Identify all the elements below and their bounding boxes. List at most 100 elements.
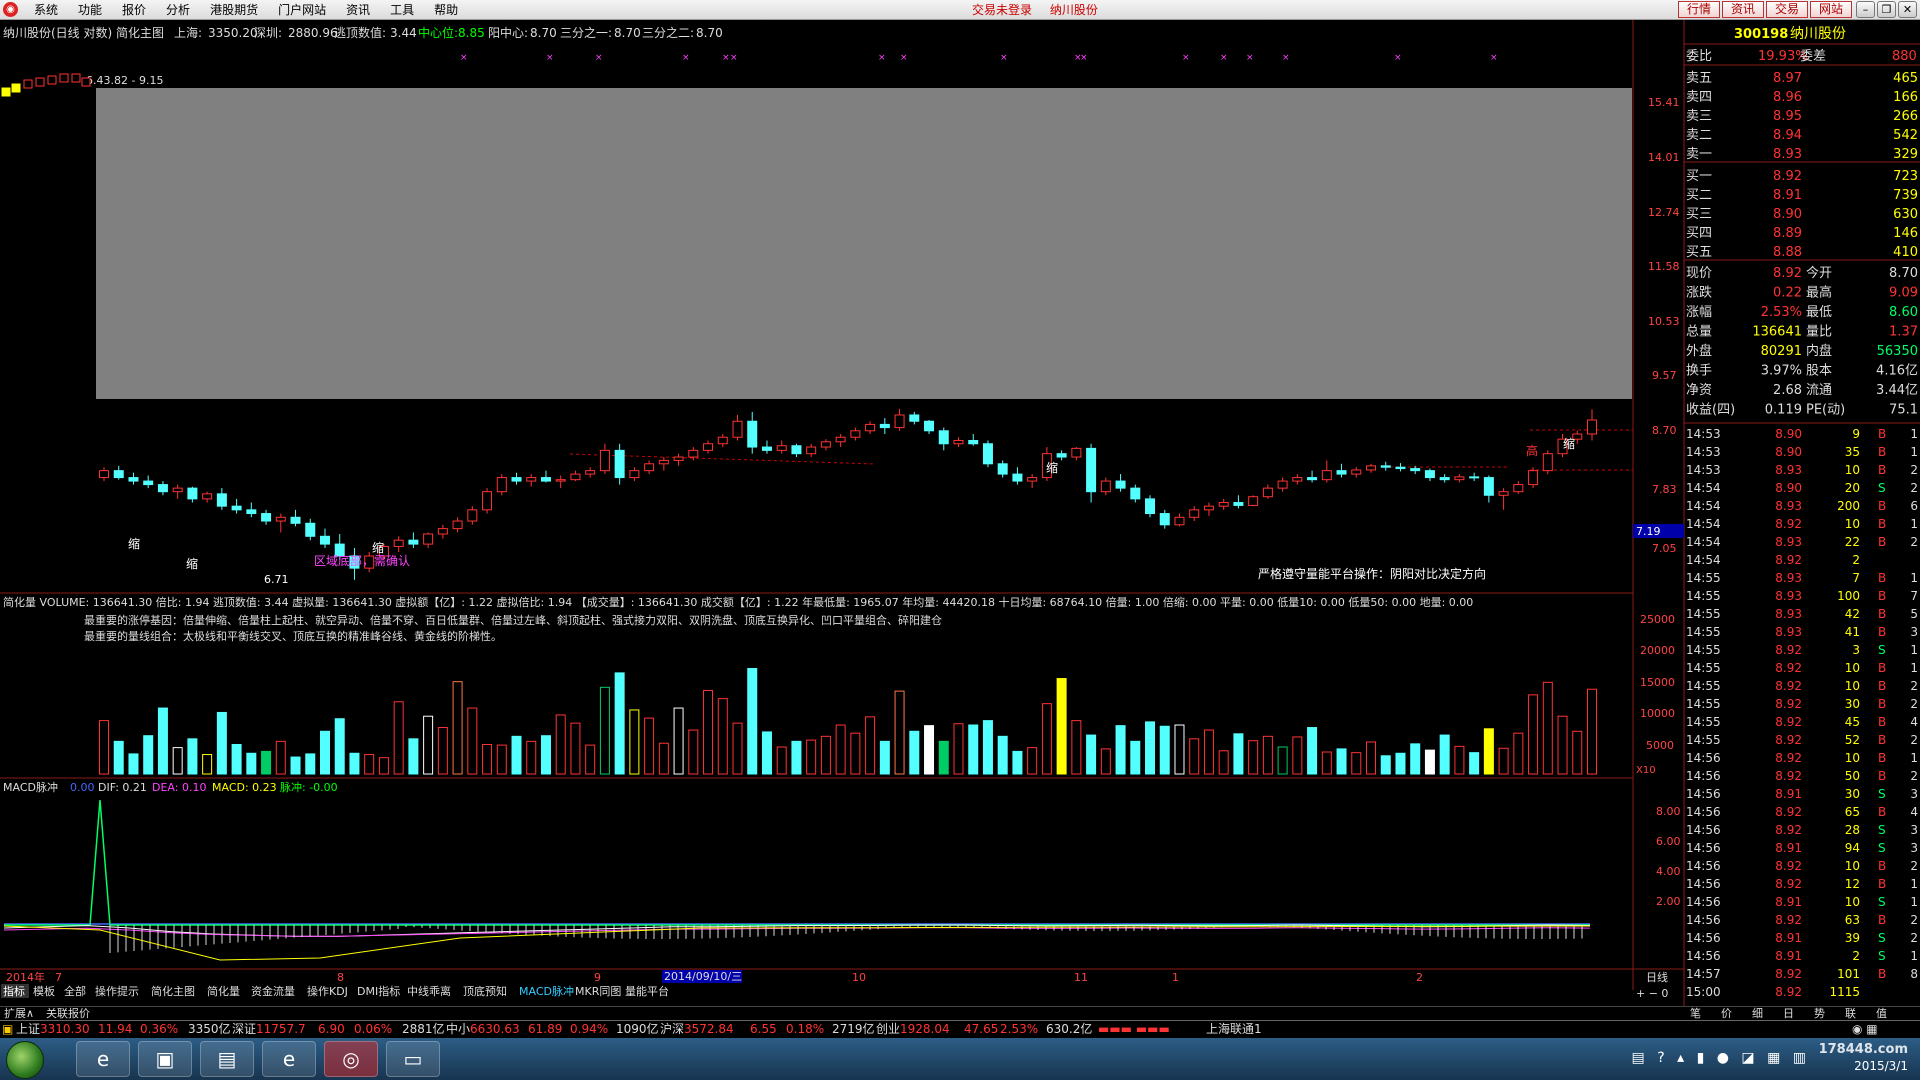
menu-item[interactable]: 功能 bbox=[68, 2, 112, 18]
tick-side: B bbox=[1878, 751, 1886, 765]
quotes-button[interactable]: 行情 bbox=[1677, 1, 1720, 18]
tick-count: 2 bbox=[1910, 679, 1918, 693]
tab-simple-volume[interactable]: 简化量 bbox=[207, 984, 240, 998]
volume-bar bbox=[1439, 734, 1450, 775]
tick-volume: 42 bbox=[1845, 607, 1860, 621]
tick-price: 8.91 bbox=[1775, 841, 1802, 855]
ie-icon[interactable]: e bbox=[262, 1041, 316, 1077]
candle-body bbox=[1380, 465, 1391, 468]
index-item[interactable]: 中小6630.63 bbox=[446, 1021, 520, 1038]
main-menu: 系统 功能 报价 分析 港股期货 门户网站 资讯 工具 帮助 bbox=[24, 2, 468, 18]
tab-indicator[interactable]: 指标 bbox=[3, 984, 25, 998]
volume-stats-line: 简化量 VOLUME: 136641.30 倍比: 1.94 逃顶数值: 3.4… bbox=[3, 595, 1473, 609]
tick-count: 3 bbox=[1910, 787, 1918, 801]
tab-operation-hint[interactable]: 操作提示 bbox=[95, 984, 139, 998]
trade-button[interactable]: 交易 bbox=[1765, 1, 1808, 18]
folder-icon[interactable]: ▤ bbox=[200, 1041, 254, 1077]
wc-label: 委差 bbox=[1800, 49, 1826, 64]
tick-count: 1 bbox=[1910, 445, 1918, 459]
tab-volume-platform[interactable]: 量能平台 bbox=[625, 984, 669, 998]
volume-bar bbox=[1233, 733, 1244, 775]
zoom-controls[interactable]: + − 0 bbox=[1636, 987, 1668, 1000]
tab-price[interactable]: 价 bbox=[1721, 1007, 1752, 1020]
tab-simple-main[interactable]: 简化主图 bbox=[151, 984, 195, 998]
tab-fund-flow[interactable]: 资金流量 bbox=[251, 984, 295, 998]
tab-template[interactable]: 模板 bbox=[33, 984, 55, 998]
tab-macd-pulse[interactable]: MACD脉冲 bbox=[519, 984, 574, 998]
volume-bar bbox=[216, 711, 227, 775]
restore-icon[interactable]: ❐ bbox=[1877, 1, 1896, 18]
related-quotes-tab[interactable]: 关联报价 bbox=[46, 1007, 90, 1020]
chart-title: 纳川股份(日线 对数) 简化主图 bbox=[3, 25, 164, 40]
system-tray-icons[interactable]: ▤ ? ▴ ▮ ● ◪ ▦ ▥ bbox=[1632, 1050, 1810, 1066]
menu-item[interactable]: 帮助 bbox=[424, 2, 468, 18]
tick-time: 14:54 bbox=[1686, 517, 1721, 531]
tab-ticks[interactable]: 笔 bbox=[1690, 1007, 1721, 1020]
tab-value[interactable]: 值 bbox=[1876, 1007, 1907, 1020]
tick-count: 2 bbox=[1910, 463, 1918, 477]
ie-icon[interactable]: e bbox=[76, 1041, 130, 1077]
taskbar-clock[interactable]: 178448.com 2015/3/1 bbox=[1819, 1042, 1908, 1074]
menu-item[interactable]: 门户网站 bbox=[268, 2, 336, 18]
tick-price: 8.92 bbox=[1775, 715, 1802, 729]
tick-volume: 39 bbox=[1845, 931, 1860, 945]
tab-day[interactable]: 日 bbox=[1783, 1007, 1814, 1020]
macd-dif: DIF: 0.21 bbox=[98, 781, 147, 794]
menu-item[interactable]: 系统 bbox=[24, 2, 68, 18]
index-price: 3310.30 bbox=[40, 1022, 90, 1036]
tab-link[interactable]: 联 bbox=[1845, 1007, 1876, 1020]
app-logo-icon[interactable]: ◉ bbox=[3, 2, 18, 17]
escape-value: 3.44 bbox=[390, 26, 417, 40]
camera-app-icon[interactable]: ▣ bbox=[138, 1041, 192, 1077]
start-button[interactable] bbox=[6, 1041, 44, 1079]
menu-item[interactable]: 报价 bbox=[112, 2, 156, 18]
candle-body bbox=[703, 443, 714, 451]
tick-count: 2 bbox=[1910, 535, 1918, 549]
tab-dmi[interactable]: DMI指标 bbox=[357, 984, 400, 998]
news-button[interactable]: 资讯 bbox=[1721, 1, 1764, 18]
marker-x: × bbox=[1182, 53, 1190, 63]
stat-label: 总量 bbox=[1686, 325, 1712, 340]
menu-item[interactable]: 工具 bbox=[380, 2, 424, 18]
macd-tick: 6.00 bbox=[1656, 835, 1681, 848]
sz-value: 2880.96 bbox=[288, 26, 338, 40]
trade-login-status[interactable]: 交易未登录 bbox=[972, 3, 1032, 17]
tick-side: S bbox=[1878, 643, 1886, 657]
website-button[interactable]: 网站 bbox=[1809, 1, 1852, 18]
stat-label: 最高 bbox=[1806, 285, 1832, 301]
index-item[interactable]: 深证11757.7 bbox=[232, 1021, 306, 1038]
candle-body bbox=[629, 470, 640, 479]
tick-side: B bbox=[1878, 769, 1886, 783]
period-label[interactable]: 日线 bbox=[1646, 970, 1668, 984]
minimize-icon[interactable]: – bbox=[1856, 1, 1875, 18]
chart-area[interactable]: 纳川股份(日线 对数) 简化主图 上海: 3350.20 深圳: 2880.96… bbox=[0, 20, 1920, 1006]
close-icon[interactable]: ✕ bbox=[1898, 1, 1917, 18]
menu-item[interactable]: 港股期货 bbox=[200, 2, 268, 18]
stock-app-icon[interactable]: ◎ bbox=[324, 1041, 378, 1077]
tab-deviation[interactable]: 中线乖离 bbox=[407, 984, 451, 998]
volume-bar bbox=[732, 722, 743, 775]
volume-bar bbox=[1307, 727, 1318, 775]
index-item[interactable]: 上证3310.30 bbox=[16, 1021, 90, 1038]
tab-detail[interactable]: 细 bbox=[1752, 1007, 1783, 1020]
tab-all[interactable]: 全部 bbox=[64, 984, 86, 998]
stat-value: 8.92 bbox=[1773, 266, 1802, 281]
candle-body bbox=[614, 449, 625, 479]
index-item[interactable]: 沪深3572.84 bbox=[660, 1021, 734, 1038]
tab-operation-kdj[interactable]: 操作KDJ bbox=[307, 984, 348, 998]
index-item[interactable]: 创业1928.04 bbox=[876, 1021, 950, 1038]
candle-body bbox=[482, 491, 493, 511]
candle-body bbox=[1424, 470, 1435, 479]
broker-server[interactable]: 上海联通1 bbox=[1206, 1021, 1262, 1038]
tab-trend[interactable]: 势 bbox=[1814, 1007, 1845, 1020]
tab-top-bottom[interactable]: 顶底预知 bbox=[463, 984, 507, 998]
tab-mkr[interactable]: MKR同图 bbox=[575, 985, 621, 998]
tick-price: 8.92 bbox=[1775, 823, 1802, 837]
macd-zero: 0.00 bbox=[70, 781, 95, 794]
expand-tab[interactable]: 扩展∧ bbox=[4, 1007, 34, 1020]
volume-bar bbox=[688, 729, 699, 775]
volume-bar bbox=[246, 752, 257, 775]
menu-item[interactable]: 资讯 bbox=[336, 2, 380, 18]
app-window-icon[interactable]: ▭ bbox=[386, 1041, 440, 1077]
menu-item[interactable]: 分析 bbox=[156, 2, 200, 18]
